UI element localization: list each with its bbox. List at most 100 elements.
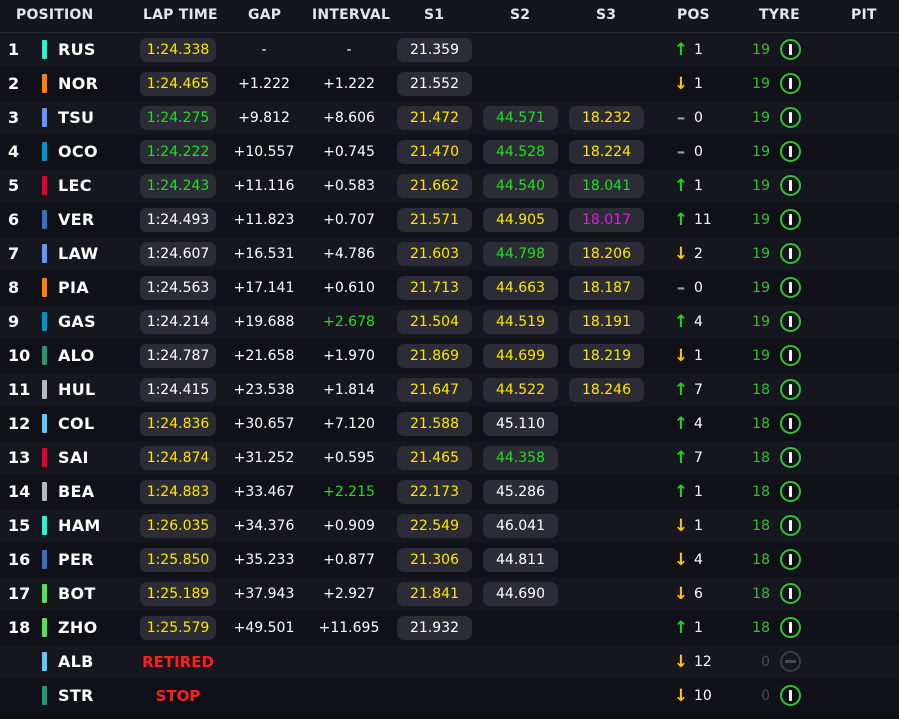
driver-code[interactable]: LAW	[58, 237, 98, 271]
driver-code[interactable]: SAI	[58, 441, 89, 475]
driver-row[interactable]: 10 ALO 1:24.787 +21.658 +1.970 21.869 44.699 18…	[0, 339, 899, 373]
tyre-icon	[780, 107, 801, 128]
driver-code[interactable]: TSU	[58, 101, 94, 135]
driver-row[interactable]: 6 VER 1:24.493 +11.823 +0.707 21.571 44.905 18.…	[0, 203, 899, 237]
driver-code[interactable]: ALB	[58, 645, 94, 679]
driver-row[interactable]: 4 OCO 1:24.222 +10.557 +0.745 21.470 44.528 18.…	[0, 135, 899, 169]
position-number: 15	[8, 516, 31, 535]
driver-code[interactable]: VER	[58, 203, 95, 237]
header-gap[interactable]: GAP	[248, 7, 281, 23]
driver-row[interactable]: 9 GAS 1:24.214 +19.688 +2.678 21.504 44.519 18.…	[0, 305, 899, 339]
interval-value: +1.970	[323, 348, 375, 364]
tyre-icon	[780, 651, 801, 672]
header-interval[interactable]: INTERVAL	[312, 7, 390, 23]
tyre-icon	[780, 515, 801, 536]
driver-row[interactable]: 8 PIA 1:24.563 +17.141 +0.610 21.713 44.663 18.…	[0, 271, 899, 305]
lap-time: 1:24.874	[140, 446, 216, 470]
driver-code[interactable]: ZHO	[58, 611, 98, 645]
driver-row[interactable]: 1 RUS 1:24.338 - - 21.359 ↑ 1 19	[0, 33, 899, 67]
gap-value: +9.812	[238, 110, 290, 126]
dash-icon: –	[676, 278, 686, 298]
tyre-icon	[780, 549, 801, 570]
driver-row[interactable]: 14 BEA 1:24.883 +33.467 +2.215 22.173 45.286 ↑ 1…	[0, 475, 899, 509]
dash-icon: –	[676, 108, 686, 128]
lap-time: 1:24.607	[140, 242, 216, 266]
driver-row[interactable]: STR STOP ↓ 10 0	[0, 679, 899, 713]
position-change: 7	[694, 382, 703, 398]
arrow-up-icon: ↑	[673, 380, 689, 400]
position-change: 1	[694, 484, 703, 500]
header-tyre[interactable]: TYRE	[759, 7, 800, 23]
driver-row[interactable]: 18 ZHO 1:25.579 +49.501 +11.695 21.932 ↑ 1 18	[0, 611, 899, 645]
gap-value: +23.538	[233, 382, 295, 398]
driver-row[interactable]: 3 TSU 1:24.275 +9.812 +8.606 21.472 44.571 18.2…	[0, 101, 899, 135]
header-position[interactable]: POSITION	[16, 7, 93, 23]
sector-s2-time: 44.690	[483, 582, 558, 606]
sector-s2-time: 44.571	[483, 106, 558, 130]
driver-code[interactable]: HUL	[58, 373, 95, 407]
sector-s1-time: 21.588	[397, 412, 472, 436]
driver-row[interactable]: 12 COL 1:24.836 +30.657 +7.120 21.588 45.110 ↑ 4…	[0, 407, 899, 441]
driver-code[interactable]: COL	[58, 407, 94, 441]
team-color-bar	[42, 40, 47, 59]
sector-s2-time: 44.699	[483, 344, 558, 368]
position-change: 0	[694, 144, 703, 160]
team-color-bar	[42, 550, 47, 569]
team-color-bar	[42, 346, 47, 365]
driver-row[interactable]: 2 NOR 1:24.465 +1.222 +1.222 21.552 ↓ 1 19	[0, 67, 899, 101]
sector-s1-time: 22.173	[397, 480, 472, 504]
driver-code[interactable]: HAM	[58, 509, 101, 543]
header-pos[interactable]: POS	[677, 7, 710, 23]
driver-row[interactable]: 11 HUL 1:24.415 +23.538 +1.814 21.647 44.522 18…	[0, 373, 899, 407]
tyre-icon	[780, 481, 801, 502]
position-number: 7	[8, 244, 20, 263]
position-change: 0	[694, 110, 703, 126]
lap-time: 1:24.214	[140, 310, 216, 334]
interval-value: +0.877	[323, 552, 375, 568]
driver-code[interactable]: RUS	[58, 33, 96, 67]
team-color-bar	[42, 652, 47, 671]
tyre-icon	[780, 209, 801, 230]
tyre-laps: 19	[752, 314, 770, 330]
arrow-down-icon: ↓	[673, 652, 689, 672]
tyre-laps: 18	[752, 518, 770, 534]
driver-code[interactable]: PER	[58, 543, 94, 577]
arrow-down-icon: ↓	[673, 516, 689, 536]
tyre-laps: 18	[752, 382, 770, 398]
tyre-laps: 18	[752, 416, 770, 432]
gap-value: +31.252	[233, 450, 295, 466]
driver-code[interactable]: OCO	[58, 135, 98, 169]
header-s3[interactable]: S3	[596, 7, 616, 23]
driver-code[interactable]: BEA	[58, 475, 94, 509]
driver-code[interactable]: BOT	[58, 577, 96, 611]
lap-time: 1:24.787	[140, 344, 216, 368]
driver-row[interactable]: 13 SAI 1:24.874 +31.252 +0.595 21.465 44.358 ↑ 7…	[0, 441, 899, 475]
team-color-bar	[42, 482, 47, 501]
driver-row[interactable]: 17 BOT 1:25.189 +37.943 +2.927 21.841 44.690 ↓ 6…	[0, 577, 899, 611]
driver-code[interactable]: ALO	[58, 339, 95, 373]
team-color-bar	[42, 380, 47, 399]
driver-row[interactable]: 7 LAW 1:24.607 +16.531 +4.786 21.603 44.798 18.…	[0, 237, 899, 271]
lap-time: 1:26.035	[140, 514, 216, 538]
header-s1[interactable]: S1	[424, 7, 444, 23]
driver-row[interactable]: 15 HAM 1:26.035 +34.376 +0.909 22.549 46.041 ↓ 1…	[0, 509, 899, 543]
tyre-icon	[780, 685, 801, 706]
driver-row[interactable]: ALB RETIRED ↓ 12 0	[0, 645, 899, 679]
driver-code[interactable]: LEC	[58, 169, 92, 203]
driver-row[interactable]: 5 LEC 1:24.243 +11.116 +0.583 21.662 44.540 18.…	[0, 169, 899, 203]
driver-row[interactable]: 16 PER 1:25.850 +35.233 +0.877 21.306 44.811 ↓ 4…	[0, 543, 899, 577]
gap-value: +10.557	[233, 144, 295, 160]
header-pit[interactable]: PIT	[851, 7, 877, 23]
driver-code[interactable]: NOR	[58, 67, 98, 101]
driver-code[interactable]: GAS	[58, 305, 96, 339]
header-s2[interactable]: S2	[510, 7, 530, 23]
position-number: 3	[8, 108, 20, 127]
position-number: 1	[8, 40, 20, 59]
tyre-icon	[780, 141, 801, 162]
interval-value: +0.745	[323, 144, 375, 160]
driver-code[interactable]: STR	[58, 679, 94, 713]
sector-s1-time: 21.603	[397, 242, 472, 266]
arrow-up-icon: ↑	[673, 210, 689, 230]
driver-code[interactable]: PIA	[58, 271, 89, 305]
header-lap-time[interactable]: LAP TIME	[143, 7, 218, 23]
